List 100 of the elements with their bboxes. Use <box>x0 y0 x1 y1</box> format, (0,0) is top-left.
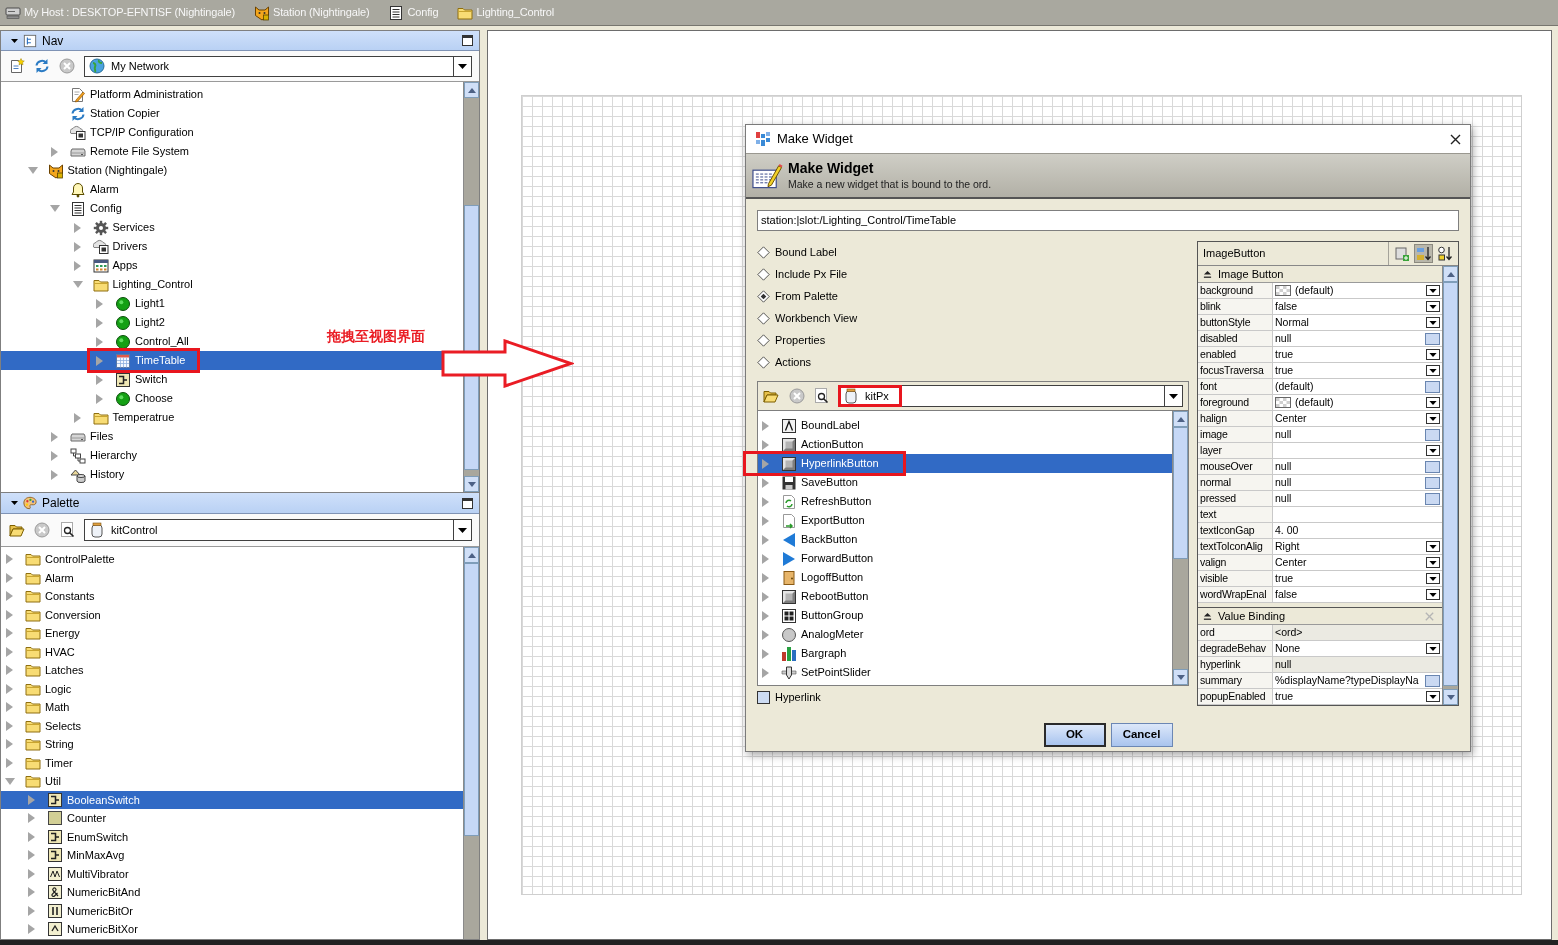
triangle-right-icon[interactable] <box>5 609 13 620</box>
scroll-thumb[interactable] <box>1173 427 1188 559</box>
value-cell[interactable]: true <box>1273 347 1442 362</box>
triangle-right-icon[interactable] <box>27 850 35 861</box>
value-cell[interactable]: null <box>1273 427 1442 442</box>
value-cell[interactable]: true <box>1273 363 1442 378</box>
triangle-right-icon[interactable] <box>761 572 769 583</box>
triangle-right-icon[interactable] <box>27 887 35 898</box>
dialog-button[interactable]: Cancel <box>1110 723 1173 747</box>
triangle-right-icon[interactable] <box>761 553 769 564</box>
value-cell[interactable]: true <box>1273 689 1442 704</box>
palette-combobox[interactable]: kitPx <box>838 385 1183 407</box>
triangle-right-icon[interactable] <box>5 720 13 731</box>
dropdown-button[interactable] <box>1426 573 1440 584</box>
edit-button[interactable] <box>1425 492 1440 505</box>
edit-button[interactable] <box>1425 380 1440 393</box>
caret-down-icon[interactable] <box>11 38 18 43</box>
value-cell[interactable]: null <box>1273 475 1442 490</box>
dropdown-button[interactable] <box>1426 413 1440 424</box>
triangle-right-icon[interactable] <box>761 629 769 640</box>
radio-option[interactable]: Properties <box>757 329 826 351</box>
tree-item[interactable]: TimeTable <box>1 351 442 370</box>
sort-shapes-icon[interactable] <box>1437 245 1453 262</box>
triangle-right-icon[interactable] <box>50 146 58 157</box>
triangle-right-icon[interactable] <box>95 298 103 309</box>
cancel-icon[interactable] <box>789 388 805 404</box>
scroll-thumb[interactable] <box>464 205 479 470</box>
triangle-right-icon[interactable] <box>761 534 769 545</box>
triangle-right-icon[interactable] <box>5 739 13 750</box>
value-cell[interactable]: null <box>1273 657 1442 672</box>
value-cell[interactable] <box>1273 507 1442 522</box>
checkbox[interactable] <box>757 690 770 704</box>
dropdown-button[interactable] <box>1426 301 1440 312</box>
radio-option[interactable]: Include Px File <box>757 263 848 285</box>
triangle-right-icon[interactable] <box>27 831 35 842</box>
triangle-right-icon[interactable] <box>761 496 769 507</box>
triangle-down-icon[interactable] <box>72 280 83 289</box>
edit-button[interactable] <box>1425 460 1440 473</box>
triangle-right-icon[interactable] <box>72 222 81 233</box>
triangle-right-icon[interactable] <box>95 317 103 328</box>
triangle-right-icon[interactable] <box>72 412 81 423</box>
value-cell[interactable]: null <box>1273 331 1442 346</box>
scrollbar[interactable] <box>1172 411 1188 685</box>
value-cell[interactable]: None <box>1273 641 1442 656</box>
location-combobox[interactable]: My Network <box>84 55 472 77</box>
dropdown-button[interactable] <box>1426 285 1440 296</box>
triangle-right-icon[interactable] <box>761 648 769 659</box>
triangle-right-icon[interactable] <box>761 515 769 526</box>
value-cell[interactable]: (default) <box>1273 395 1442 410</box>
dialog-button[interactable]: OK <box>1043 723 1106 747</box>
value-cell[interactable]: 4. 00 <box>1273 523 1442 538</box>
dropdown-button[interactable] <box>1426 557 1440 568</box>
dropdown-button[interactable] <box>1426 349 1440 360</box>
value-cell[interactable]: Center <box>1273 555 1442 570</box>
dropdown-button[interactable] <box>1426 317 1440 328</box>
scrollbar[interactable] <box>463 547 479 939</box>
radio-option[interactable]: Actions <box>757 351 812 373</box>
value-cell[interactable]: true <box>1273 571 1442 586</box>
close-icon[interactable] <box>1450 133 1461 145</box>
value-cell[interactable]: null <box>1273 459 1442 474</box>
edit-button[interactable] <box>1425 428 1440 441</box>
checkbox-option[interactable]: Hyperlink <box>757 690 821 704</box>
search-icon[interactable] <box>814 388 830 404</box>
triangle-down-icon[interactable] <box>5 776 15 786</box>
triangle-right-icon[interactable] <box>5 628 13 639</box>
triangle-right-icon[interactable] <box>27 905 35 916</box>
value-cell[interactable] <box>1273 443 1442 458</box>
scroll-up-button[interactable] <box>464 547 479 563</box>
triangle-right-icon[interactable] <box>5 702 13 713</box>
scroll-up-button[interactable] <box>1443 266 1458 282</box>
triangle-right-icon[interactable] <box>27 924 35 935</box>
triangle-right-icon[interactable] <box>761 591 769 602</box>
triangle-right-icon[interactable] <box>761 610 769 621</box>
triangle-right-icon[interactable] <box>5 572 13 583</box>
triangle-down-icon[interactable] <box>50 204 60 213</box>
dropdown-button[interactable] <box>1426 541 1440 552</box>
dropdown-button[interactable] <box>1426 445 1440 456</box>
scroll-up-button[interactable] <box>464 82 479 98</box>
value-cell[interactable]: false <box>1273 587 1442 602</box>
scroll-thumb[interactable] <box>464 563 479 836</box>
triangle-right-icon[interactable] <box>761 458 769 469</box>
triangle-right-icon[interactable] <box>72 241 81 252</box>
sort-button[interactable] <box>1414 244 1433 263</box>
edit-button[interactable] <box>1425 674 1440 687</box>
maximize-icon[interactable] <box>462 497 473 509</box>
triangle-right-icon[interactable] <box>27 868 35 879</box>
dropdown-button[interactable] <box>1426 365 1440 376</box>
triangle-right-icon[interactable] <box>95 336 103 347</box>
radio-option[interactable]: Workbench View <box>757 307 858 329</box>
triangle-right-icon[interactable] <box>95 374 103 385</box>
value-cell[interactable]: <ord> <box>1273 625 1442 640</box>
triangle-right-icon[interactable] <box>5 646 13 657</box>
triangle-right-icon[interactable] <box>95 393 103 404</box>
triangle-right-icon[interactable] <box>27 794 35 805</box>
ord-field[interactable]: station:|slot:/Lighting_Control/TimeTable <box>757 210 1459 231</box>
maximize-icon[interactable] <box>462 35 473 46</box>
triangle-right-icon[interactable] <box>5 554 13 565</box>
open-folder-icon[interactable] <box>763 388 779 404</box>
value-cell[interactable]: null <box>1273 491 1442 506</box>
triangle-right-icon[interactable] <box>761 667 769 678</box>
